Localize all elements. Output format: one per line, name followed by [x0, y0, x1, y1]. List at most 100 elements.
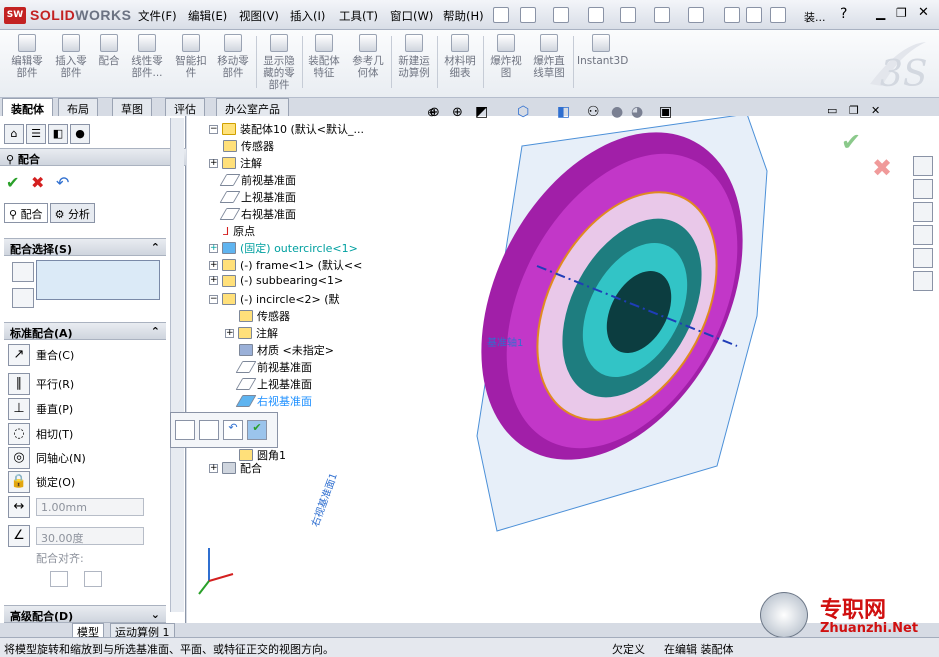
restore-icon[interactable]: ❐	[896, 6, 907, 20]
expand-icon[interactable]: +	[209, 260, 218, 270]
zoom-area-icon[interactable]: ⊕	[429, 105, 440, 120]
menu-window[interactable]: 窗口(W)	[390, 8, 433, 24]
custom-properties-icon[interactable]	[913, 271, 933, 291]
tree-item-assembly[interactable]: − 装配体10 (默认<默认_...	[209, 121, 364, 137]
feature-manager-icon[interactable]: ⌂	[4, 124, 24, 144]
mate-lock[interactable]: 🔒 锁定(O)	[8, 471, 75, 493]
mate-perpendicular[interactable]: ⊥ 垂直(P)	[8, 398, 73, 420]
mate-distance[interactable]: ↔ 1.00mm	[8, 496, 144, 518]
tab-office-products[interactable]: 办公室产品	[216, 98, 289, 116]
move-component-button[interactable]: 移动零 部件	[214, 34, 252, 79]
viewport-restore-icon[interactable]: ❐	[849, 104, 859, 117]
collapse-icon[interactable]: ⌃	[151, 325, 160, 338]
property-manager-icon[interactable]: ☰	[26, 124, 46, 144]
undo-icon[interactable]	[654, 7, 670, 23]
bill-of-materials-button[interactable]: 材料明 细表	[441, 34, 479, 79]
new-file-icon[interactable]	[520, 7, 536, 23]
tree-item-front-plane[interactable]: 前视基准面	[219, 172, 296, 188]
subtab-mates[interactable]: ⚲ 配合	[4, 203, 48, 223]
expand-icon[interactable]: ⌄	[151, 608, 160, 621]
view-orientation-icon[interactable]: ⬡	[517, 104, 529, 120]
collapse-icon[interactable]: ⌃	[151, 241, 160, 254]
solidworks-logo[interactable]: SW SOLIDWORKS	[4, 6, 131, 24]
tree-item-mates[interactable]: + 配合	[209, 460, 262, 476]
collapse-icon[interactable]: −	[209, 294, 218, 304]
menu-help[interactable]: 帮助(H)	[443, 8, 484, 24]
options-icon[interactable]	[746, 7, 762, 23]
standard-mates-header[interactable]: 标准配合(A) ⌃	[4, 322, 166, 340]
select-icon[interactable]	[688, 7, 704, 23]
expand-icon[interactable]: +	[225, 328, 234, 338]
view-settings-icon[interactable]: ▣	[659, 104, 672, 120]
subtab-analysis[interactable]: ⚙ 分析	[49, 203, 95, 223]
exploded-view-button[interactable]: 爆炸视 图	[487, 34, 525, 79]
smart-fasteners-button[interactable]: 智能扣 件	[172, 34, 210, 79]
assembly-features-button[interactable]: 装配体 特征	[305, 34, 343, 79]
tab-evaluate[interactable]: 评估	[165, 98, 205, 116]
appearance-edit-icon[interactable]: ●	[611, 104, 623, 120]
tree-item-right-plane[interactable]: 右视基准面	[219, 206, 296, 222]
tree-item-sensors[interactable]: 传感器	[223, 138, 274, 154]
angle-input[interactable]: 30.00度	[36, 527, 144, 545]
edit-component-button[interactable]: 编辑零 部件	[8, 34, 46, 79]
menu-view[interactable]: 视图(V)	[239, 8, 279, 24]
scene-icon[interactable]: ◕	[631, 104, 643, 120]
save-icon[interactable]	[588, 7, 604, 23]
tree-item-sub-right-plane[interactable]: 右视基准面	[235, 393, 312, 409]
cancel-icon[interactable]: ✖	[31, 173, 44, 192]
mate-button[interactable]: 配合	[96, 34, 122, 67]
tab-layout[interactable]: 布局	[58, 98, 98, 116]
appearances-icon[interactable]	[913, 248, 933, 268]
design-library-icon[interactable]	[913, 179, 933, 199]
tree-item-sub-annotations[interactable]: + 注解	[225, 325, 278, 341]
aligned-icon[interactable]	[50, 571, 68, 587]
confirm-corner-cancel-icon[interactable]: ✖	[872, 154, 892, 182]
file-properties-icon[interactable]	[770, 7, 786, 23]
accept-mate-icon[interactable]: ✔	[247, 420, 267, 440]
expand-icon[interactable]: +	[209, 243, 218, 253]
appearance-icon[interactable]: ●	[70, 124, 90, 144]
pin-icon[interactable]	[493, 7, 509, 23]
ok-icon[interactable]: ✔	[6, 173, 19, 192]
confirm-corner-ok-icon[interactable]: ✔	[841, 128, 861, 156]
tree-item-sub-top-plane[interactable]: 上视基准面	[235, 376, 312, 392]
mate-coincident[interactable]: ↗ 重合(C)	[8, 344, 74, 366]
menu-insert[interactable]: 插入(I)	[290, 8, 325, 24]
coincident-mate-icon[interactable]	[199, 420, 219, 440]
tree-item-incircle[interactable]: − (-) incircle<2> (默	[209, 291, 340, 307]
undo-mate-icon[interactable]: ↶	[56, 173, 69, 192]
resources-icon[interactable]	[913, 156, 933, 176]
expand-icon[interactable]: +	[209, 158, 218, 168]
file-explorer-icon[interactable]	[913, 202, 933, 222]
tree-item-origin[interactable]: ⅃ 原点	[223, 223, 255, 239]
tree-item-top-plane[interactable]: 上视基准面	[219, 189, 296, 205]
linear-pattern-button[interactable]: 线性零 部件...	[127, 34, 167, 79]
multiple-mate-icon[interactable]	[12, 288, 34, 308]
hide-show-icon[interactable]: ⚇	[587, 104, 600, 120]
tree-item-sub-sensors[interactable]: 传感器	[239, 308, 290, 324]
show-hidden-components-button[interactable]: 显示隐 藏的零 部件	[260, 34, 298, 91]
minimize-icon[interactable]: ▁	[876, 6, 885, 20]
instant3d-button[interactable]: Instant3D	[577, 34, 628, 67]
tree-item-subbearing[interactable]: + (-) subbearing<1>	[209, 274, 343, 287]
display-style-icon[interactable]: ◧	[557, 104, 570, 120]
tree-item-frame[interactable]: + (-) frame<1> (默认<<	[209, 257, 362, 273]
tree-item-material[interactable]: 材质 <未指定>	[239, 342, 334, 358]
distance-input[interactable]: 1.00mm	[36, 498, 144, 516]
panel-scrollbar[interactable]	[170, 118, 184, 612]
mate-concentric[interactable]: ◎ 同轴心(N)	[8, 447, 86, 469]
tree-item-sub-front-plane[interactable]: 前视基准面	[235, 359, 312, 375]
explode-line-sketch-button[interactable]: 爆炸直 线草图	[529, 34, 569, 79]
tree-item-outercircle[interactable]: + (固定) outercircle<1>	[209, 240, 358, 256]
tab-sketch[interactable]: 草图	[112, 98, 152, 116]
insert-component-button[interactable]: 插入零 部件	[52, 34, 90, 79]
mate-parallel[interactable]: ∥ 平行(R)	[8, 373, 74, 395]
mate-selection-header[interactable]: 配合选择(S) ⌃	[4, 238, 166, 256]
reference-geometry-button[interactable]: 参考几 何体	[349, 34, 387, 79]
print-icon[interactable]	[620, 7, 636, 23]
advanced-mates-header[interactable]: 高级配合(D) ⌄	[4, 605, 166, 623]
viewport-close-icon[interactable]: ✕	[871, 104, 880, 117]
new-motion-study-button[interactable]: 新建运 动算例	[395, 34, 433, 79]
configuration-manager-icon[interactable]: ◧	[48, 124, 68, 144]
close-icon[interactable]: ✕	[918, 5, 929, 20]
